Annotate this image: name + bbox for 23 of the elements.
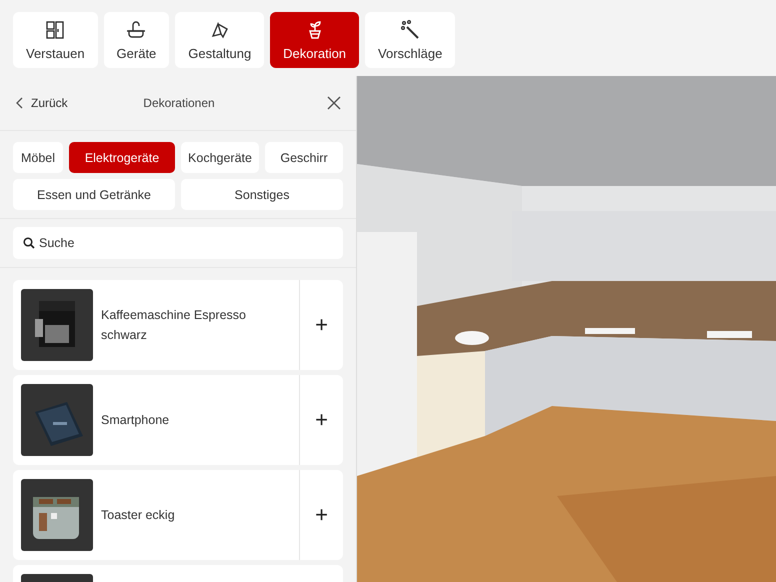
back-button[interactable]: Zurück (16, 96, 68, 110)
product-name: Kaffeemaschine Espresso schwarz (101, 307, 247, 344)
toolbar-tab[interactable]: Geräte (104, 12, 170, 68)
toolbar-tab[interactable]: Verstauen (13, 12, 98, 68)
product-card[interactable]: Smartphone + (13, 375, 343, 465)
add-button[interactable]: + (299, 470, 343, 560)
category-chip[interactable]: Sonstiges (181, 179, 343, 210)
toolbar-tab[interactable]: Gestaltung (175, 12, 264, 68)
add-button[interactable]: + (299, 375, 343, 465)
search-field[interactable]: Suche (13, 227, 343, 259)
category-chip[interactable]: Elektrogeräte (69, 142, 175, 173)
toolbar-tab[interactable]: Dekoration (270, 12, 360, 68)
toolbar-tab[interactable]: Vorschläge (365, 12, 456, 68)
category-chip[interactable]: Geschirr (265, 142, 343, 173)
add-button[interactable]: + (299, 280, 343, 370)
category-chip[interactable]: Essen und Getränke (13, 179, 175, 210)
product-card[interactable]: Toaster eckig + (13, 470, 343, 560)
panel-title: Dekorationen (143, 96, 215, 110)
product-name: Smartphone (101, 412, 170, 429)
category-chip[interactable]: Kochgeräte (181, 142, 259, 173)
product-card[interactable]: Kaffeemaschine Espresso schwarz + (13, 280, 343, 370)
category-chip[interactable]: Möbel (13, 142, 63, 173)
product-name: Toaster eckig (101, 507, 176, 524)
